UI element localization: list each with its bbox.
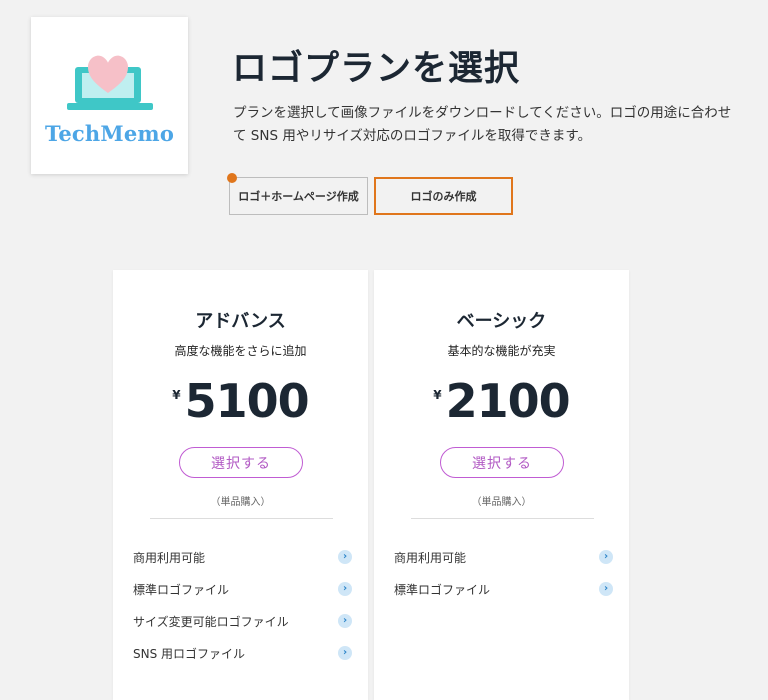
feature-item[interactable]: 標準ロゴファイル › <box>374 573 629 605</box>
feature-label: 標準ロゴファイル <box>133 582 230 597</box>
purchase-note: （単品購入） <box>471 497 532 508</box>
select-plan-button[interactable]: 選択する <box>179 447 303 478</box>
currency-symbol: ¥ <box>433 388 442 402</box>
chevron-right-icon[interactable]: › <box>599 582 613 596</box>
logo-text: TechMemo <box>44 121 175 146</box>
plan-name: ベーシック <box>456 311 547 332</box>
chevron-right-icon[interactable]: › <box>338 582 352 596</box>
feature-label: SNS 用ロゴファイル <box>133 646 246 661</box>
laptop-heart-logo-icon <box>67 55 153 110</box>
feature-item[interactable]: SNS 用ロゴファイル › <box>113 637 368 669</box>
divider <box>411 518 594 519</box>
divider <box>150 518 333 519</box>
logo-card: TechMemo <box>31 17 188 174</box>
feature-item[interactable]: 標準ロゴファイル › <box>113 573 368 605</box>
page-description: プランを選択して画像ファイルをダウンロードしてください。ロゴの用途に合わせて S… <box>233 105 732 144</box>
feature-list: 商用利用可能 › 標準ロゴファイル › サイズ変更可能ロゴファイル › SNS 用ロゴ… <box>113 541 368 669</box>
price-amount: 2100 <box>445 374 571 428</box>
feature-item[interactable]: 商用利用可能 › <box>374 541 629 573</box>
select-plan-button[interactable]: 選択する <box>440 447 564 478</box>
plan-card-basic: ベーシック 基本的な機能が充実 ¥2100 選択する （単品購入） 商用利用可能… <box>374 270 629 700</box>
page-title: ロゴプランを選択 <box>232 49 521 89</box>
tab-logo-only[interactable]: ロゴのみ作成 <box>374 177 513 215</box>
purchase-note: （単品購入） <box>210 497 271 508</box>
plan-subtitle: 高度な機能をさらに追加 <box>174 344 307 358</box>
currency-symbol: ¥ <box>172 388 181 402</box>
feature-item[interactable]: サイズ変更可能ロゴファイル › <box>113 605 368 637</box>
feature-label: 商用利用可能 <box>394 550 467 565</box>
tab-logo-and-homepage[interactable]: ロゴ＋ホームページ作成 <box>229 177 368 215</box>
chevron-right-icon[interactable]: › <box>338 550 352 564</box>
price-amount: 5100 <box>184 374 310 428</box>
feature-label: 標準ロゴファイル <box>394 582 491 597</box>
plan-subtitle: 基本的な機能が充実 <box>447 344 556 358</box>
chevron-right-icon[interactable]: › <box>338 614 352 628</box>
plan-card-advance: アドバンス 高度な機能をさらに追加 ¥5100 選択する （単品購入） 商用利用… <box>113 270 368 700</box>
plan-name: アドバンス <box>195 311 286 332</box>
chevron-right-icon[interactable]: › <box>338 646 352 660</box>
chevron-right-icon[interactable]: › <box>599 550 613 564</box>
feature-list: 商用利用可能 › 標準ロゴファイル › <box>374 541 629 605</box>
plan-price: ¥5100 <box>113 374 368 428</box>
plan-price: ¥2100 <box>374 374 629 428</box>
feature-label: 商用利用可能 <box>133 550 206 565</box>
notification-dot <box>227 173 237 183</box>
feature-label: サイズ変更可能ロゴファイル <box>133 614 289 629</box>
feature-item[interactable]: 商用利用可能 › <box>113 541 368 573</box>
